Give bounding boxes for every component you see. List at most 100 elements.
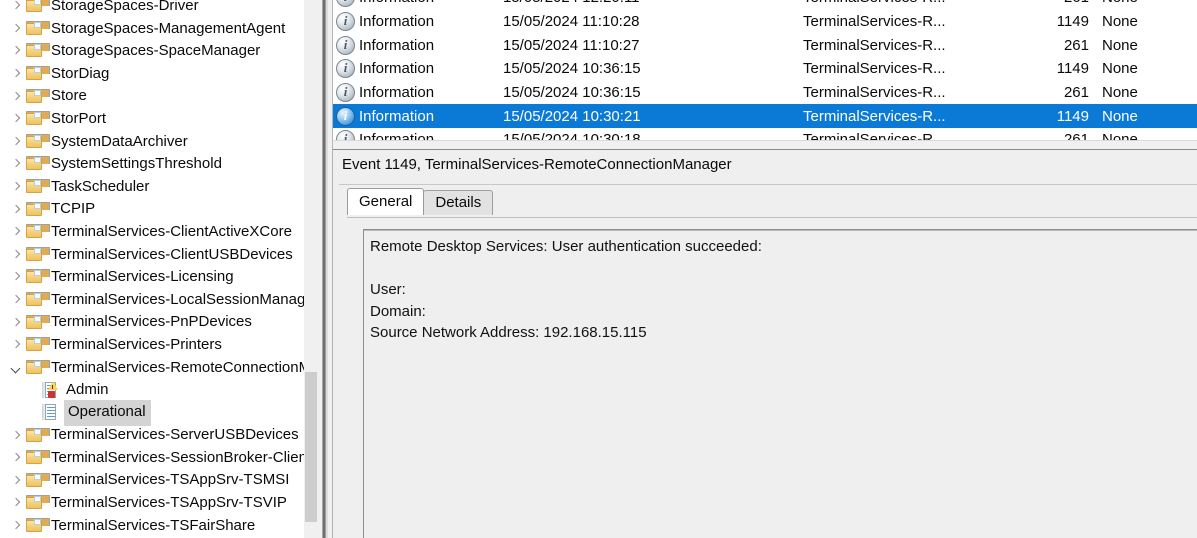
chevron-right-icon[interactable] xyxy=(9,266,25,288)
chevron-right-icon[interactable] xyxy=(9,131,25,153)
event-list-row[interactable]: Information 15/05/2024 10:30:21TerminalSe… xyxy=(333,104,1197,128)
tree-item-label: StorDiag xyxy=(51,63,113,86)
tab-general[interactable]: General xyxy=(347,188,424,215)
tree-item-taskscheduler[interactable]: TaskScheduler xyxy=(0,176,304,199)
log-icon xyxy=(40,404,59,421)
tree-item-label: StorPort xyxy=(51,108,110,131)
event-list-row[interactable]: Information15/05/2024 10:36:15TerminalSe… xyxy=(333,81,1197,105)
tree-vertical-scrollbar[interactable] xyxy=(304,0,318,538)
folder-icon xyxy=(25,428,44,444)
tree-item-systemdataarchiver[interactable]: SystemDataArchiver xyxy=(0,131,304,154)
event-level-label: Information xyxy=(359,84,434,101)
chevron-right-icon[interactable] xyxy=(9,447,25,469)
chevron-right-icon[interactable] xyxy=(9,0,25,17)
chevron-right-icon[interactable] xyxy=(9,18,25,40)
event-level-cell: Information xyxy=(333,0,503,7)
event-list-row[interactable]: Information15/05/2024 11:10:27TerminalSe… xyxy=(333,33,1197,57)
event-id-cell: 1149 xyxy=(1003,13,1093,30)
tree-item-admin[interactable]: Admin xyxy=(0,379,304,402)
tree-item-label: TaskScheduler xyxy=(51,176,153,199)
event-category-cell: None xyxy=(1093,60,1193,77)
chevron-right-icon[interactable] xyxy=(9,492,25,514)
event-level-cell: Information xyxy=(333,59,503,78)
event-list-row[interactable]: Information15/05/2024 10:36:15TerminalSe… xyxy=(333,57,1197,81)
event-datetime-cell: 15/05/2024 10:30:18 xyxy=(503,131,803,140)
folder-icon xyxy=(25,269,44,285)
tree-item-terminalservices-printers[interactable]: TerminalServices-Printers xyxy=(0,334,304,357)
tree-item-storagespaces-driver[interactable]: StorageSpaces-Driver xyxy=(0,0,304,18)
folder-icon xyxy=(25,315,44,331)
chevron-right-icon[interactable] xyxy=(9,40,25,62)
chevron-right-icon[interactable] xyxy=(9,221,25,243)
event-category-cell: None xyxy=(1093,131,1193,140)
chevron-right-icon[interactable] xyxy=(9,108,25,130)
tree-item-terminalservices-tsappsrv-tsmsi[interactable]: TerminalServices-TSAppSrv-TSMSI xyxy=(0,469,304,492)
tree-item-terminalservices-remoteconnectionma[interactable]: TerminalServices-RemoteConnectionMa xyxy=(0,357,304,380)
tree-item-systemsettingsthreshold[interactable]: SystemSettingsThreshold xyxy=(0,153,304,176)
tree-item-label: TerminalServices-RemoteConnectionMa xyxy=(51,357,304,380)
tree-item-stordiag[interactable]: StorDiag xyxy=(0,63,304,86)
event-level-label: Information xyxy=(359,0,434,6)
event-list-row[interactable]: Information15/05/2024 11:10:28TerminalSe… xyxy=(333,10,1197,34)
chevron-right-icon[interactable] xyxy=(9,153,25,175)
chevron-right-icon[interactable] xyxy=(9,199,25,221)
tree-item-terminalservices-tsfairshare[interactable]: TerminalServices-TSFairShare xyxy=(0,515,304,538)
event-message-box[interactable]: Remote Desktop Services: User authentica… xyxy=(363,229,1197,538)
event-level-label: Information xyxy=(359,131,434,140)
chevron-right-icon[interactable] xyxy=(9,63,25,85)
tree-item-storagespaces-spacemanager[interactable]: StorageSpaces-SpaceManager xyxy=(0,40,304,63)
tree-item-terminalservices-serverusbdevices[interactable]: TerminalServices-ServerUSBDevices xyxy=(0,424,304,447)
event-source-cell: TerminalServices-R... xyxy=(803,37,1003,54)
tree-item-store[interactable]: Store xyxy=(0,85,304,108)
folder-icon xyxy=(25,43,44,59)
tree-item-storport[interactable]: StorPort xyxy=(0,108,304,131)
event-list-row[interactable]: Information15/05/2024 12:20:11TerminalSe… xyxy=(333,0,1197,10)
tree-item-terminalservices-localsessionmanager[interactable]: TerminalServices-LocalSessionManager xyxy=(0,289,304,312)
chevron-right-icon[interactable] xyxy=(9,470,25,492)
message-box-inner-highlight xyxy=(364,230,1197,231)
chevron-right-icon[interactable] xyxy=(9,176,25,198)
event-datetime-cell: 15/05/2024 10:30:21 xyxy=(503,108,803,125)
tree-item-terminalservices-pnpdevices[interactable]: TerminalServices-PnPDevices xyxy=(0,311,304,334)
event-source-cell: TerminalServices-R... xyxy=(803,108,1003,125)
folder-icon xyxy=(25,337,44,353)
folder-icon xyxy=(25,111,44,127)
chevron-right-icon[interactable] xyxy=(9,289,25,311)
folder-icon xyxy=(25,21,44,37)
chevron-right-icon[interactable] xyxy=(9,425,25,447)
chevron-right-icon[interactable] xyxy=(9,244,25,266)
tree-item-terminalservices-tsappsrv-tsvip[interactable]: TerminalServices-TSAppSrv-TSVIP xyxy=(0,492,304,515)
event-level-cell: Information xyxy=(333,12,503,31)
event-list-pane[interactable]: Information15/05/2024 12:20:11TerminalSe… xyxy=(332,0,1197,140)
tree-item-storagespaces-managementagent[interactable]: StorageSpaces-ManagementAgent xyxy=(0,18,304,41)
chevron-right-icon[interactable] xyxy=(9,515,25,537)
event-list-row[interactable]: Information 15/05/2024 10:30:18TerminalSe… xyxy=(333,128,1197,140)
pane-splitter[interactable] xyxy=(318,0,332,538)
chevron-right-icon[interactable] xyxy=(9,86,25,108)
event-level-label: Information xyxy=(359,108,434,125)
tree-item-label: TerminalServices-TSFairShare xyxy=(51,515,259,538)
tree-vertical-scrollbar-thumb[interactable] xyxy=(305,372,317,522)
tree-item-label: TerminalServices-Printers xyxy=(51,334,226,357)
tree-item-terminalservices-licensing[interactable]: TerminalServices-Licensing xyxy=(0,266,304,289)
folder-icon xyxy=(25,0,44,14)
tree-item-label: StorageSpaces-ManagementAgent xyxy=(51,18,289,41)
chevron-down-icon[interactable] xyxy=(9,357,25,379)
tab-details[interactable]: Details xyxy=(423,190,493,215)
event-list-horizontal-scrollbar[interactable] xyxy=(332,140,1197,149)
event-id-cell: 261 xyxy=(1003,131,1093,140)
event-level-label: Information xyxy=(359,13,434,30)
event-level-cell: Information xyxy=(333,130,503,140)
folder-icon xyxy=(25,292,44,308)
event-category-cell: None xyxy=(1093,13,1193,30)
tree-item-terminalservices-clientactivexcore[interactable]: TerminalServices-ClientActiveXCore xyxy=(0,221,304,244)
tree-item-terminalservices-clientusbdevices[interactable]: TerminalServices-ClientUSBDevices xyxy=(0,244,304,267)
event-detail-pane: Event 1149, TerminalServices-RemoteConne… xyxy=(332,149,1197,538)
tree-item-tcpip[interactable]: TCPIP xyxy=(0,198,304,221)
chevron-right-icon[interactable] xyxy=(9,312,25,334)
console-tree-pane[interactable]: StorageSpaces-DriverStorageSpaces-Manage… xyxy=(0,0,304,538)
tree-item-terminalservices-sessionbroker-client[interactable]: TerminalServices-SessionBroker-Client xyxy=(0,447,304,470)
chevron-right-icon[interactable] xyxy=(9,334,25,356)
event-source-cell: TerminalServices-R... xyxy=(803,131,1003,140)
tree-item-operational[interactable]: Operational xyxy=(0,402,304,425)
